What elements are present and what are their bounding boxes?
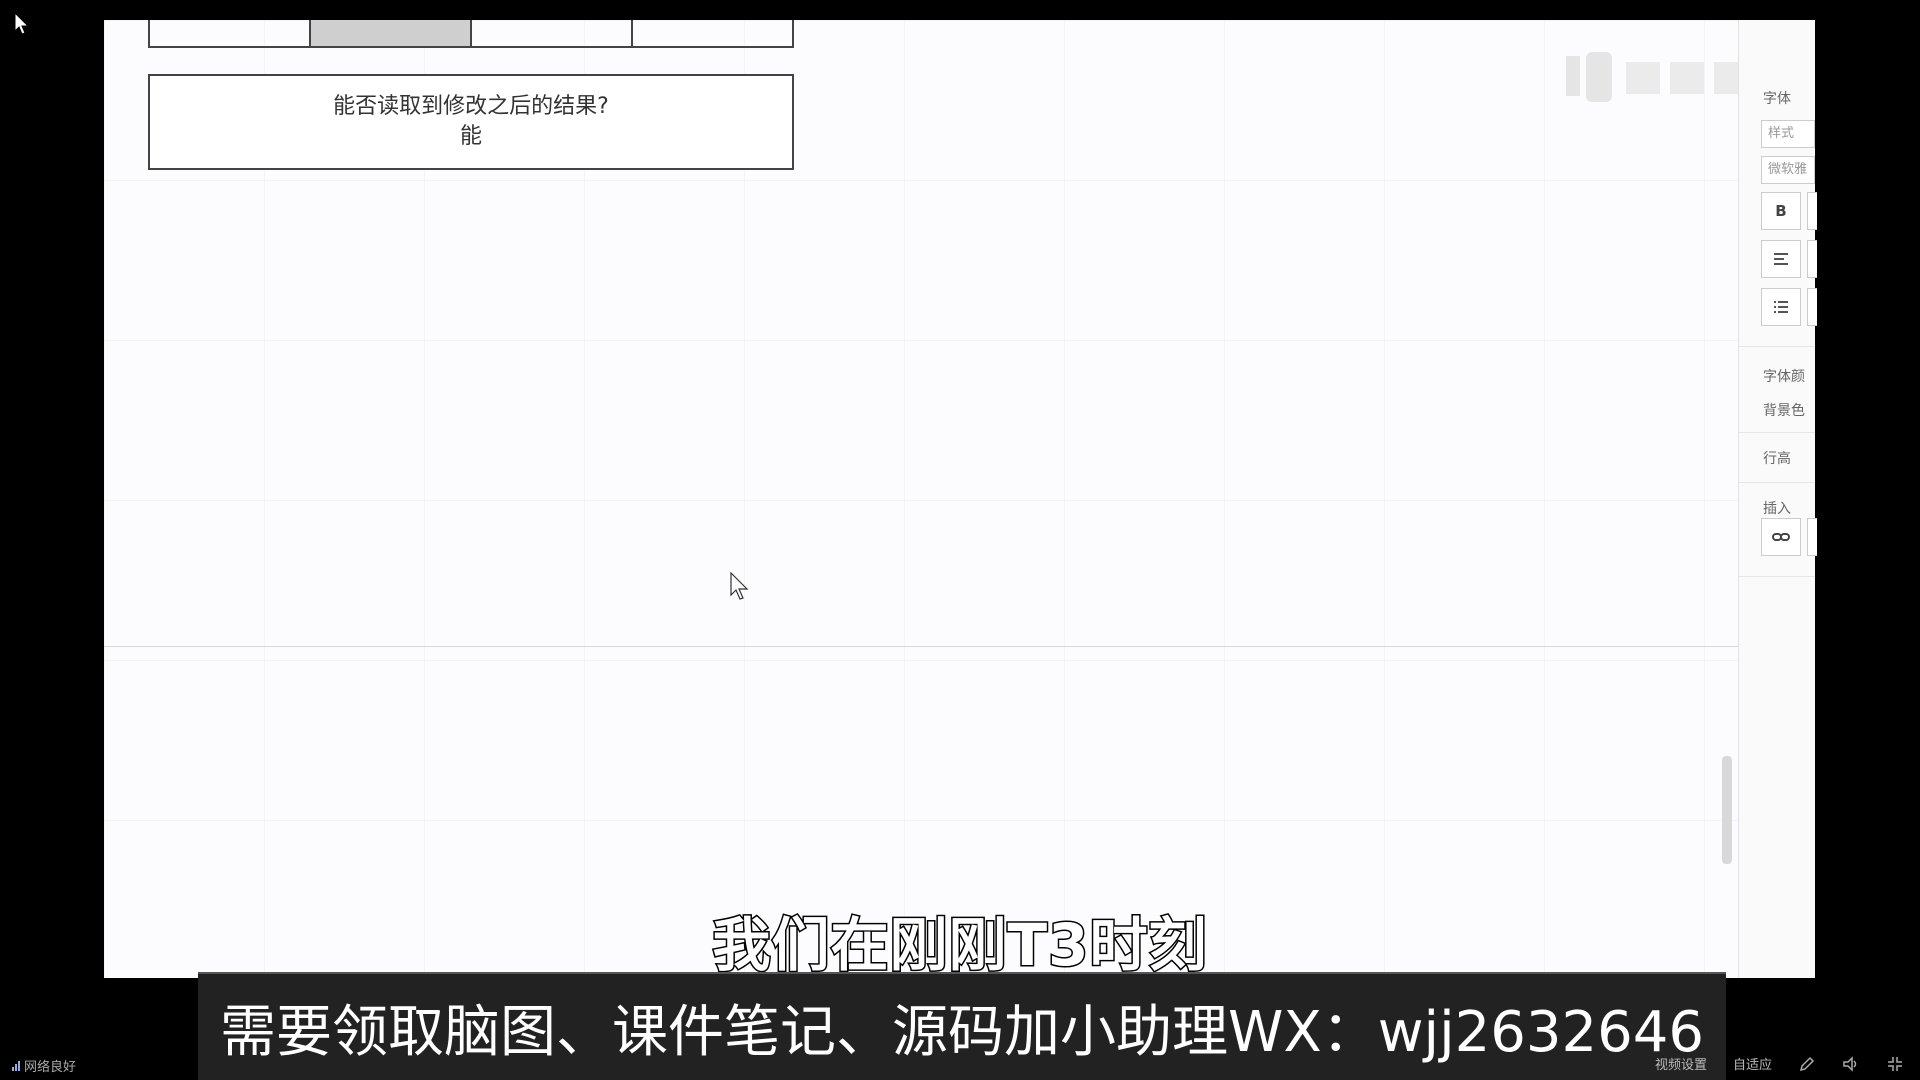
note-question: 能否读取到修改之后的结果? [333, 94, 609, 119]
line-height-label: 行高 [1763, 451, 1791, 467]
video-settings-button[interactable]: 视频设置 [1655, 1054, 1707, 1073]
ordered-list-button[interactable] [1761, 288, 1801, 326]
divider [1739, 346, 1815, 347]
network-status-text: 网络良好 [24, 1060, 77, 1075]
vertical-scrollbar[interactable] [1722, 756, 1732, 864]
player-controls-right: 视频设置 自适应 [1655, 1054, 1904, 1073]
insert-image-button-partial[interactable] [1807, 518, 1817, 556]
mouse-pointer-cursor [730, 572, 749, 600]
align-left-button[interactable] [1761, 240, 1801, 278]
player-control-bar: 网络良好 视频设置 自适应 [0, 1048, 1920, 1080]
volume-icon[interactable] [1842, 1055, 1860, 1073]
video-subtitle: 我们在刚刚T3时刻 [711, 910, 1208, 981]
ordered-list-icon [1774, 301, 1788, 313]
format-panel: 字体 样式 微软雅 B 字体颜 背景色 行高 插入 [1738, 20, 1817, 978]
align-left-icon [1774, 253, 1788, 265]
note-box[interactable]: 能否读取到修改之后的结果? 能 [148, 74, 794, 170]
divider [1739, 576, 1815, 577]
bold-button[interactable]: B [1761, 192, 1801, 230]
insert-link-button[interactable] [1761, 518, 1801, 556]
table-cell[interactable] [150, 20, 311, 46]
whiteboard-canvas[interactable]: 能否读取到修改之后的结果? 能 [104, 20, 1814, 978]
table-row-partial [148, 20, 794, 48]
table-cell[interactable] [472, 20, 633, 46]
italic-button-partial[interactable] [1807, 192, 1817, 230]
note-answer: 能 [459, 124, 482, 149]
network-indicator: 网络良好 [12, 1056, 76, 1075]
font-heading: 字体 [1763, 91, 1791, 107]
align-center-button-partial[interactable] [1807, 240, 1817, 278]
screen-pointer-cursor [14, 12, 30, 35]
unordered-list-button-partial[interactable] [1807, 288, 1817, 326]
signal-icon [12, 1060, 20, 1071]
bg-color-label: 背景色 [1763, 403, 1805, 419]
fit-mode-button[interactable]: 自适应 [1733, 1054, 1772, 1073]
insert-label: 插入 [1763, 501, 1791, 517]
font-family-select[interactable]: 微软雅 [1761, 156, 1815, 184]
table-cell-selected[interactable] [311, 20, 472, 46]
divider [1739, 432, 1815, 433]
divider [1739, 482, 1815, 483]
font-color-label: 字体颜 [1763, 369, 1805, 385]
canvas-divider [104, 646, 1804, 647]
style-select[interactable]: 样式 [1761, 120, 1815, 148]
watermark-logo [1566, 52, 1748, 102]
link-icon [1772, 533, 1790, 541]
exit-fullscreen-icon[interactable] [1886, 1055, 1904, 1073]
screen: 能否读取到修改之后的结果? 能 字体 样式 微软雅 B 字体颜 背景色 行高 插… [0, 0, 1920, 1080]
table-cell[interactable] [633, 20, 792, 46]
pen-icon[interactable] [1798, 1055, 1816, 1073]
